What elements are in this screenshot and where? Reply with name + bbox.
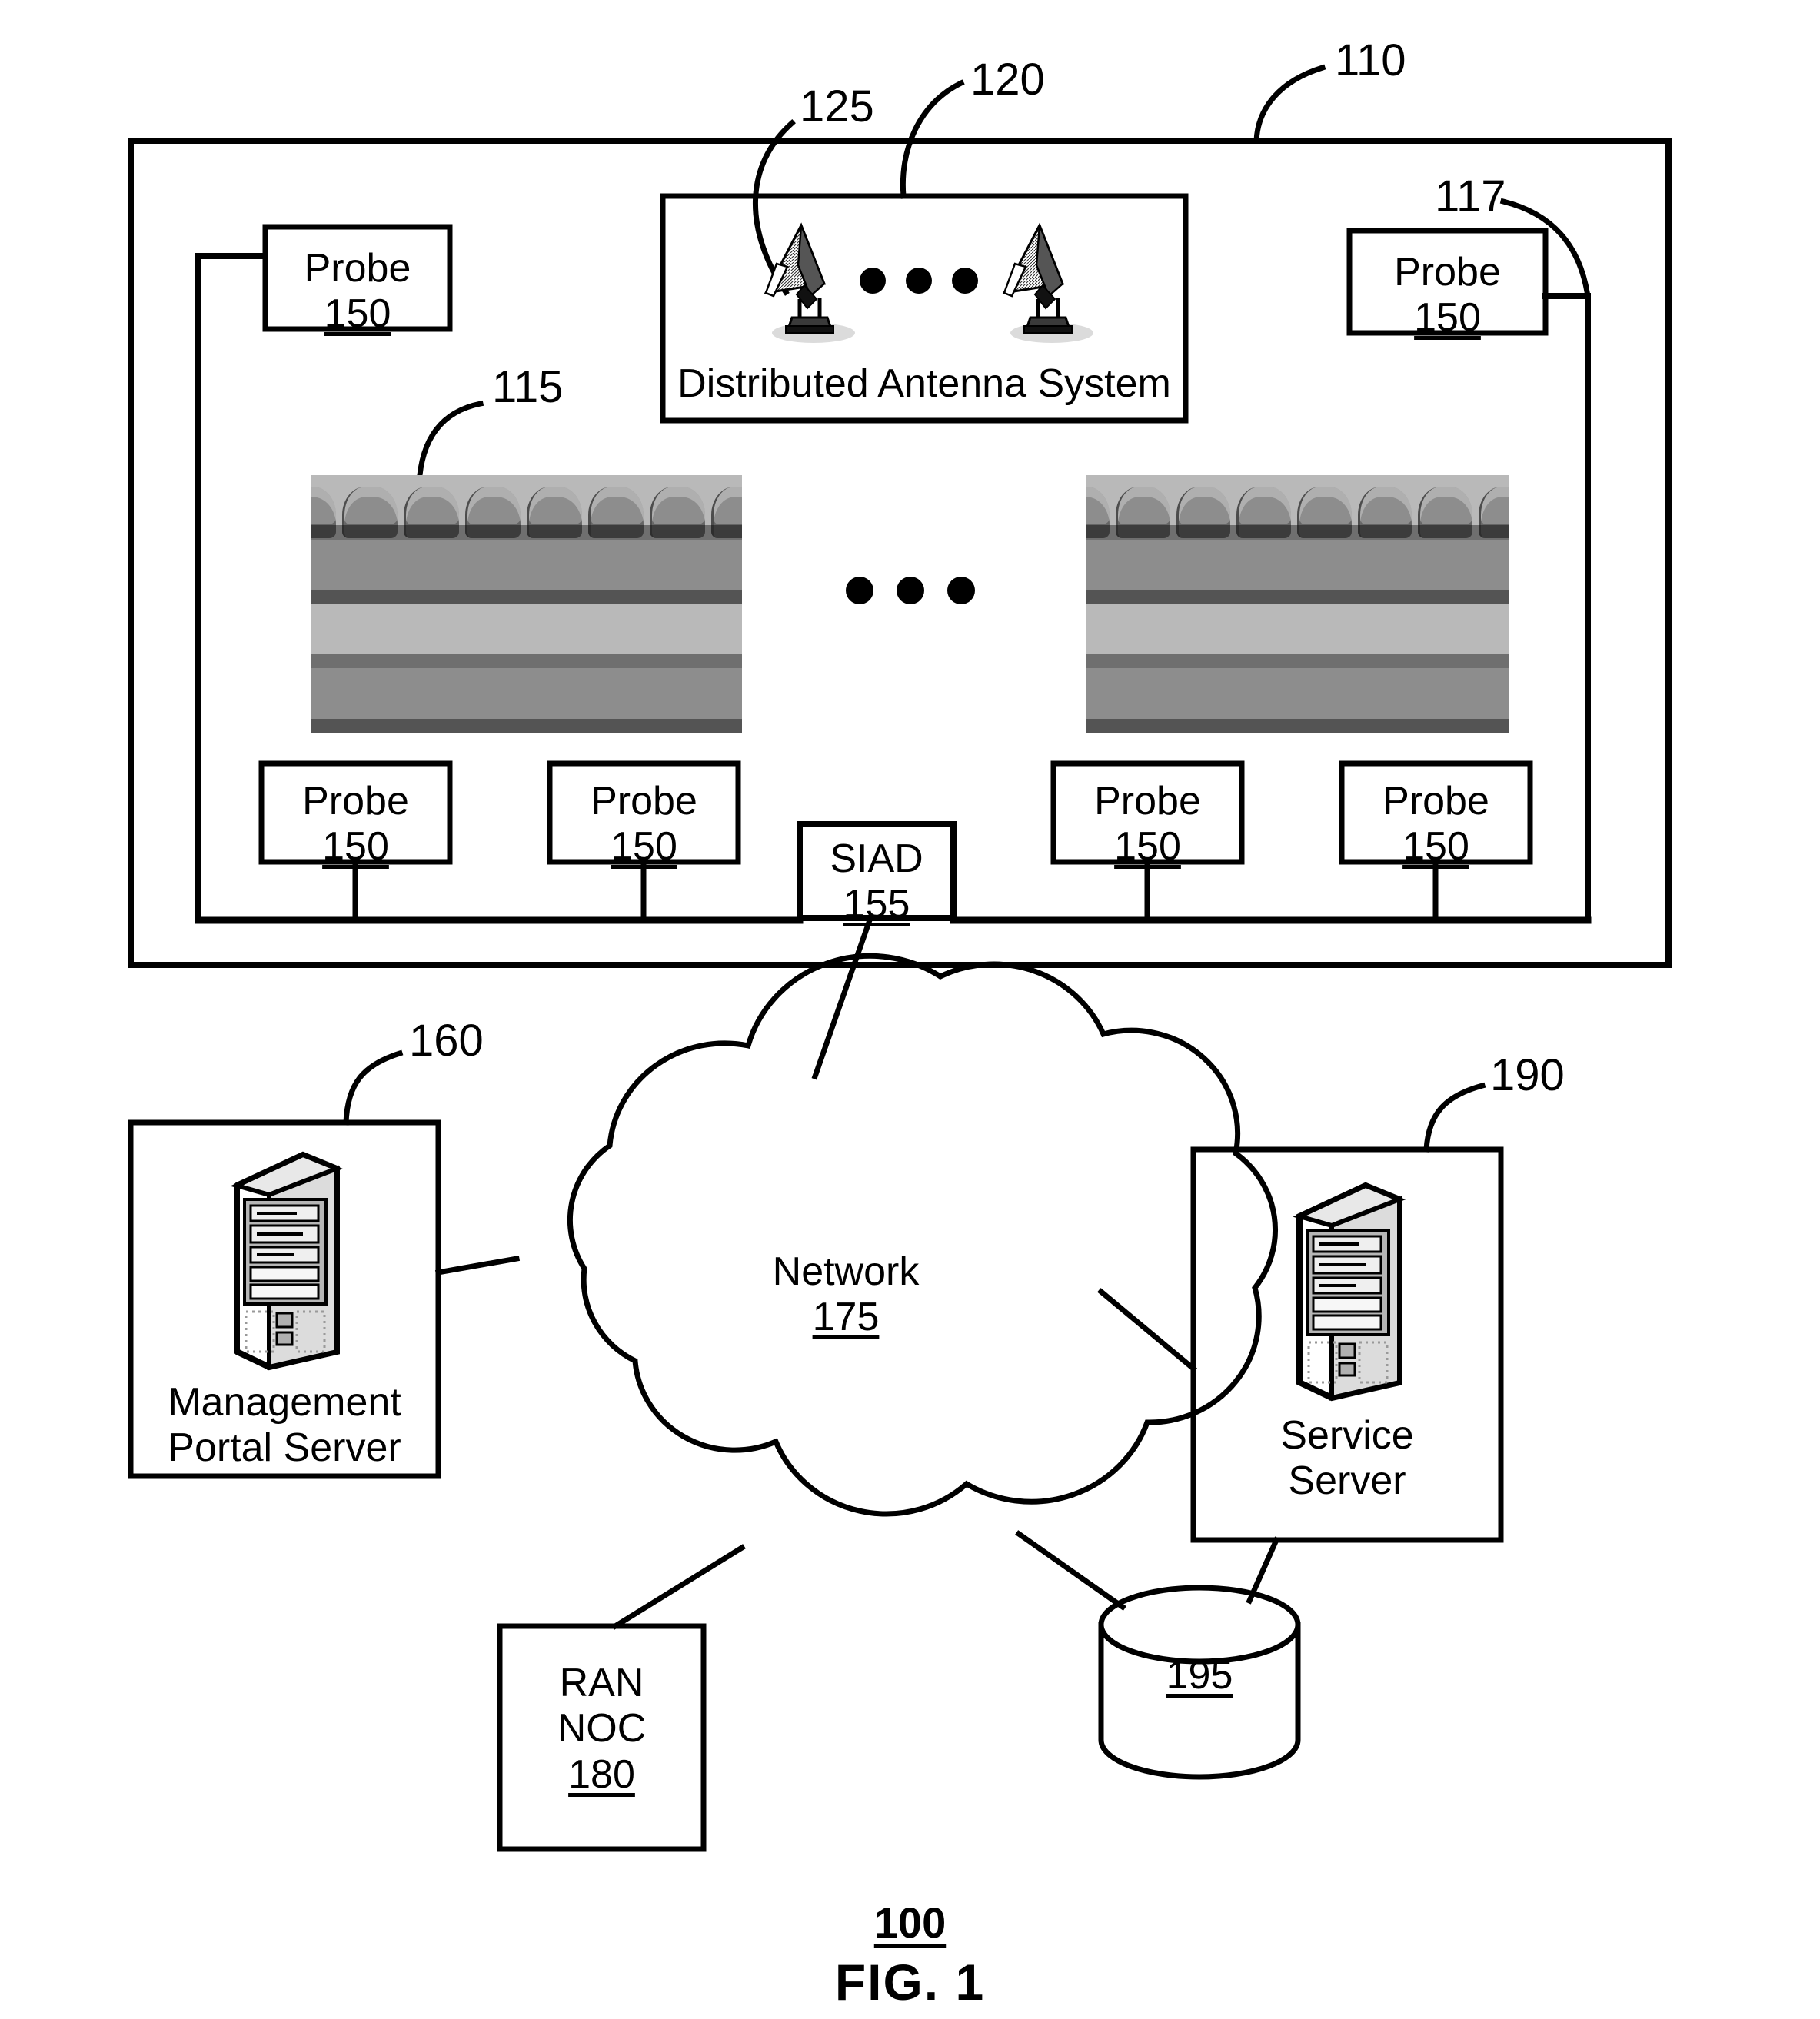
bus-branch-top-right-probe bbox=[1542, 293, 1591, 923]
siad-number: 155 bbox=[843, 882, 910, 927]
probe-number: 150 bbox=[324, 291, 391, 337]
network-name: Network bbox=[772, 1249, 920, 1294]
database-cylinder-top bbox=[1098, 1585, 1301, 1665]
database-cylinder-195 bbox=[1098, 1622, 1301, 1780]
database-label: 195 bbox=[1101, 1653, 1298, 1698]
leader-110 bbox=[1253, 64, 1326, 144]
das-ellipsis-dots bbox=[860, 268, 978, 294]
probe-label-bottom-2: Probe 150 bbox=[550, 779, 738, 870]
ref-110: 110 bbox=[1335, 35, 1406, 85]
leader-190 bbox=[1423, 1082, 1486, 1153]
bus-branch-top-left-probe bbox=[195, 253, 268, 923]
leader-115 bbox=[416, 400, 484, 487]
probe-label-top-left: Probe 150 bbox=[265, 246, 450, 338]
seat-row bbox=[1086, 604, 1509, 669]
figure-number: 100 bbox=[873, 1898, 947, 1947]
mps-line2: Portal Server bbox=[168, 1425, 401, 1471]
ref-190: 190 bbox=[1490, 1050, 1565, 1100]
seat-row-shadow bbox=[1086, 654, 1509, 669]
ref-117: 117 bbox=[1435, 171, 1506, 221]
probe-name: Probe bbox=[1382, 779, 1489, 823]
probe-name: Probe bbox=[304, 246, 411, 291]
seat-row-shadow bbox=[311, 590, 742, 604]
service-server-label: Service Server bbox=[1193, 1413, 1501, 1505]
probe-label-bottom-1: Probe 150 bbox=[261, 779, 450, 870]
das-label: Distributed Antenna System bbox=[663, 361, 1186, 407]
seat-row bbox=[1086, 668, 1509, 733]
database-number: 195 bbox=[1166, 1653, 1233, 1698]
stadium-seating-photo-left bbox=[311, 475, 742, 733]
ref-115: 115 bbox=[492, 362, 564, 412]
management-portal-server-label: Management Portal Server bbox=[131, 1380, 438, 1472]
ran-noc-label: RAN NOC 180 bbox=[500, 1661, 704, 1798]
network-number: 175 bbox=[812, 1295, 880, 1340]
link-network-to-rannoc bbox=[611, 1544, 746, 1630]
probe-name: Probe bbox=[302, 779, 409, 823]
seat-row bbox=[311, 668, 742, 733]
siad-label: SIAD 155 bbox=[800, 837, 953, 928]
siad-to-network-link bbox=[811, 914, 874, 1080]
ref-160: 160 bbox=[409, 1016, 484, 1066]
seat-row-shadow bbox=[311, 718, 742, 733]
seat-row bbox=[1086, 539, 1509, 667]
seat-row bbox=[1086, 475, 1509, 540]
seat-row-shadow bbox=[1086, 590, 1509, 604]
probe-number: 150 bbox=[1402, 824, 1469, 870]
seat-row bbox=[311, 539, 742, 667]
probe-label-top-right: Probe 150 bbox=[1349, 250, 1546, 341]
link-network-to-service-server bbox=[1097, 1288, 1197, 1372]
patent-figure-1: Distributed Antenna System Probe 150 Pro… bbox=[0, 0, 1820, 2019]
ran-noc-number: 180 bbox=[568, 1751, 635, 1797]
ref-120: 120 bbox=[970, 55, 1045, 105]
leader-160 bbox=[343, 1049, 404, 1126]
antenna-dish-left bbox=[764, 222, 855, 343]
siad-name: SIAD bbox=[830, 837, 923, 881]
probe-name: Probe bbox=[1394, 250, 1501, 294]
ran-noc-line1: RAN bbox=[559, 1661, 644, 1705]
seat-row-shadow bbox=[311, 654, 742, 669]
server-tower-icon-management bbox=[230, 1151, 344, 1371]
seating-ellipsis-dots bbox=[846, 577, 975, 604]
probe-number: 150 bbox=[1414, 295, 1481, 341]
server-tower-icon-service bbox=[1293, 1182, 1406, 1402]
service-server-line1: Service bbox=[1280, 1413, 1414, 1458]
probe-label-bottom-4: Probe 150 bbox=[1342, 779, 1530, 870]
probe-name: Probe bbox=[1094, 779, 1201, 823]
seat-row-shadow bbox=[1086, 525, 1509, 540]
probe-name: Probe bbox=[591, 779, 697, 823]
link-mps-to-network bbox=[434, 1255, 521, 1276]
seat-row bbox=[311, 475, 742, 540]
probe-number: 150 bbox=[1114, 824, 1181, 870]
seat-row bbox=[311, 604, 742, 669]
ref-125: 125 bbox=[800, 81, 874, 131]
network-cloud bbox=[567, 953, 1279, 1517]
service-server-line2: Server bbox=[1288, 1459, 1406, 1504]
probe-number: 150 bbox=[322, 824, 389, 870]
probe-number: 150 bbox=[611, 824, 677, 870]
seat-row-shadow bbox=[1086, 718, 1509, 733]
ran-noc-line2: NOC bbox=[557, 1706, 647, 1751]
figure-caption: FIG. 1 bbox=[834, 1954, 986, 2011]
probe-label-bottom-3: Probe 150 bbox=[1053, 779, 1242, 870]
antenna-dish-right bbox=[1002, 222, 1093, 343]
das-label-text: Distributed Antenna System bbox=[677, 361, 1171, 406]
link-network-to-database bbox=[1015, 1530, 1126, 1611]
seat-row-shadow bbox=[311, 525, 742, 540]
link-service-server-to-database bbox=[1246, 1536, 1280, 1605]
stadium-seating-photo-right bbox=[1086, 475, 1509, 733]
network-label: Network 175 bbox=[692, 1249, 1000, 1341]
mps-line1: Management bbox=[168, 1380, 401, 1425]
